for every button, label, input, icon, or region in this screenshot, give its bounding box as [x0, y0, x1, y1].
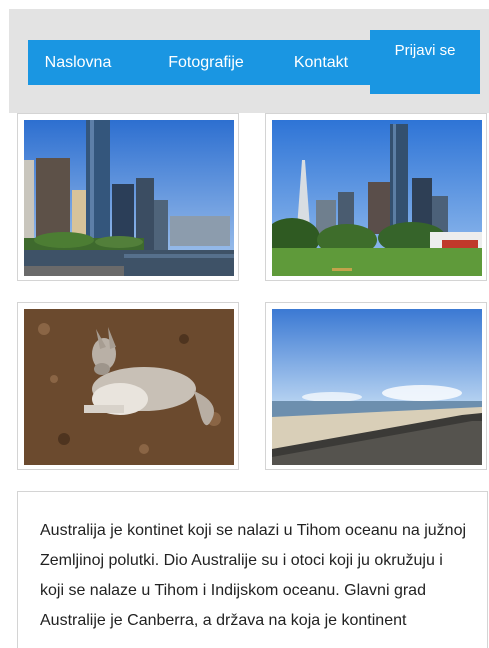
photo-skyline-river[interactable]: [17, 113, 239, 281]
nav-item-prijavi-se[interactable]: Prijavi se: [370, 30, 480, 94]
beach-image: [272, 309, 482, 465]
nav-item-kontakt[interactable]: Kontakt: [276, 40, 366, 85]
intro-paragraph: Australija je kontinet koji se nalazi u …: [40, 522, 467, 629]
skyline-river-image: [24, 120, 234, 276]
photo-skyline-park[interactable]: [265, 113, 487, 281]
main-nav: Naslovna Fotografije Kontakt Prijavi se: [28, 30, 480, 94]
kangaroo-image: [24, 309, 234, 465]
nav-item-naslovna[interactable]: Naslovna: [28, 40, 128, 85]
skyline-park-image: [272, 120, 482, 276]
page: Naslovna Fotografije Kontakt Prijavi se: [0, 0, 489, 648]
intro-text-box: Australija je kontinet koji se nalazi u …: [17, 491, 488, 648]
nav-item-fotografije[interactable]: Fotografije: [150, 40, 262, 85]
photo-beach[interactable]: [265, 302, 487, 470]
photo-kangaroo[interactable]: [17, 302, 239, 470]
